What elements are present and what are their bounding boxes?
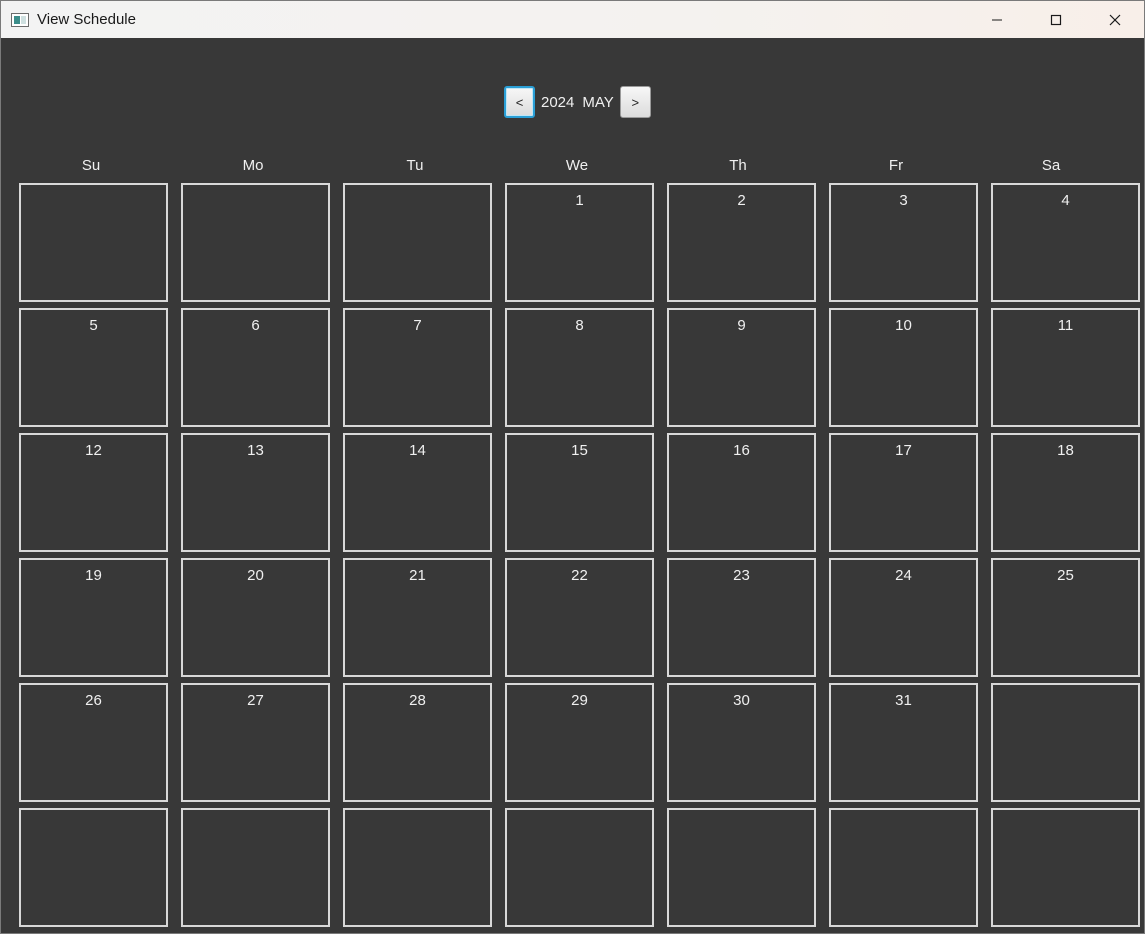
day-cell[interactable]: 2 (667, 183, 816, 302)
day-cell[interactable]: 7 (343, 308, 492, 427)
day-number: 13 (247, 442, 264, 459)
day-cell[interactable]: 1 (505, 183, 654, 302)
day-cell[interactable]: 23 (667, 558, 816, 677)
day-cell[interactable]: 8 (505, 308, 654, 427)
day-number: 6 (251, 317, 260, 334)
month-label: MAY (582, 93, 614, 111)
day-cell[interactable]: 5 (19, 308, 168, 427)
day-cell[interactable]: 10 (829, 308, 978, 427)
day-cell[interactable]: 19 (19, 558, 168, 677)
weekday-label: Mo (242, 157, 264, 174)
minimize-icon (991, 19, 1002, 20)
weekday-label: Th (729, 157, 747, 174)
day-number: 9 (737, 317, 746, 334)
day-number: 2 (737, 192, 746, 209)
next-month-button[interactable]: > (619, 86, 651, 118)
day-number: 4 (1061, 192, 1070, 209)
empty-day-cell[interactable] (19, 808, 168, 927)
minimize-button[interactable] (967, 1, 1026, 38)
day-number: 19 (85, 567, 102, 584)
weekday-label: Tu (406, 157, 424, 174)
day-cell[interactable]: 22 (505, 558, 654, 677)
day-number: 7 (413, 317, 422, 334)
day-number: 3 (899, 192, 908, 209)
day-number: 21 (409, 567, 426, 584)
empty-day-cell[interactable] (829, 808, 978, 927)
window-title: View Schedule (37, 11, 136, 28)
empty-day-cell[interactable] (667, 808, 816, 927)
day-cell[interactable]: 26 (19, 683, 168, 802)
day-cell[interactable]: 14 (343, 433, 492, 552)
schedule-window: View Schedule < 2024 MAY > Su Mo Tu We Th Fr S… (0, 0, 1145, 934)
weekday-label: We (565, 157, 589, 174)
day-number: 1 (575, 192, 584, 209)
day-number: 10 (895, 317, 912, 334)
day-cell[interactable]: 18 (991, 433, 1140, 552)
day-number: 12 (85, 442, 102, 459)
day-number: 18 (1057, 442, 1074, 459)
day-cell[interactable]: 30 (667, 683, 816, 802)
day-number: 15 (571, 442, 588, 459)
title-bar[interactable]: View Schedule (1, 1, 1144, 38)
weekday-label: Sa (1041, 157, 1061, 174)
day-cell[interactable]: 4 (991, 183, 1140, 302)
day-number: 28 (409, 692, 426, 709)
day-number: 25 (1057, 567, 1074, 584)
day-cell[interactable]: 9 (667, 308, 816, 427)
day-number: 31 (895, 692, 912, 709)
day-cell[interactable]: 13 (181, 433, 330, 552)
day-cell[interactable]: 20 (181, 558, 330, 677)
day-cell[interactable]: 6 (181, 308, 330, 427)
day-cell[interactable]: 29 (505, 683, 654, 802)
day-number: 29 (571, 692, 588, 709)
day-cell[interactable]: 27 (181, 683, 330, 802)
day-number: 14 (409, 442, 426, 459)
day-cell[interactable]: 3 (829, 183, 978, 302)
day-cell[interactable]: 31 (829, 683, 978, 802)
day-cell[interactable]: 28 (343, 683, 492, 802)
weekday-label: Su (81, 157, 101, 174)
day-number: 23 (733, 567, 750, 584)
day-number: 17 (895, 442, 912, 459)
empty-day-cell[interactable] (19, 183, 168, 302)
empty-day-cell[interactable] (343, 808, 492, 927)
empty-day-cell[interactable] (181, 183, 330, 302)
day-number: 30 (733, 692, 750, 709)
day-cell[interactable]: 16 (667, 433, 816, 552)
day-cell[interactable]: 12 (19, 433, 168, 552)
day-number: 11 (1057, 317, 1074, 334)
empty-day-cell[interactable] (343, 183, 492, 302)
maximize-button[interactable] (1026, 1, 1085, 38)
year-label: 2024 (541, 93, 575, 111)
day-cell[interactable]: 11 (991, 308, 1140, 427)
day-cell[interactable]: 15 (505, 433, 654, 552)
empty-day-cell[interactable] (181, 808, 330, 927)
maximize-icon (1050, 14, 1061, 25)
weekday-label: Fr (888, 157, 904, 174)
close-icon (1109, 14, 1120, 25)
empty-day-cell[interactable] (505, 808, 654, 927)
day-number: 5 (89, 317, 98, 334)
day-number: 24 (895, 567, 912, 584)
app-window-icon (11, 12, 29, 27)
day-number: 8 (575, 317, 584, 334)
day-number: 26 (85, 692, 102, 709)
day-number: 20 (247, 567, 264, 584)
day-number: 22 (571, 567, 588, 584)
empty-day-cell[interactable] (991, 683, 1140, 802)
day-cell[interactable]: 25 (991, 558, 1140, 677)
day-cell[interactable]: 24 (829, 558, 978, 677)
day-cell[interactable]: 21 (343, 558, 492, 677)
day-cell[interactable]: 17 (829, 433, 978, 552)
day-number: 16 (733, 442, 750, 459)
window-controls (967, 1, 1144, 38)
empty-day-cell[interactable] (991, 808, 1140, 927)
close-button[interactable] (1085, 1, 1144, 38)
day-number: 27 (247, 692, 264, 709)
prev-month-button[interactable]: < (504, 86, 535, 118)
